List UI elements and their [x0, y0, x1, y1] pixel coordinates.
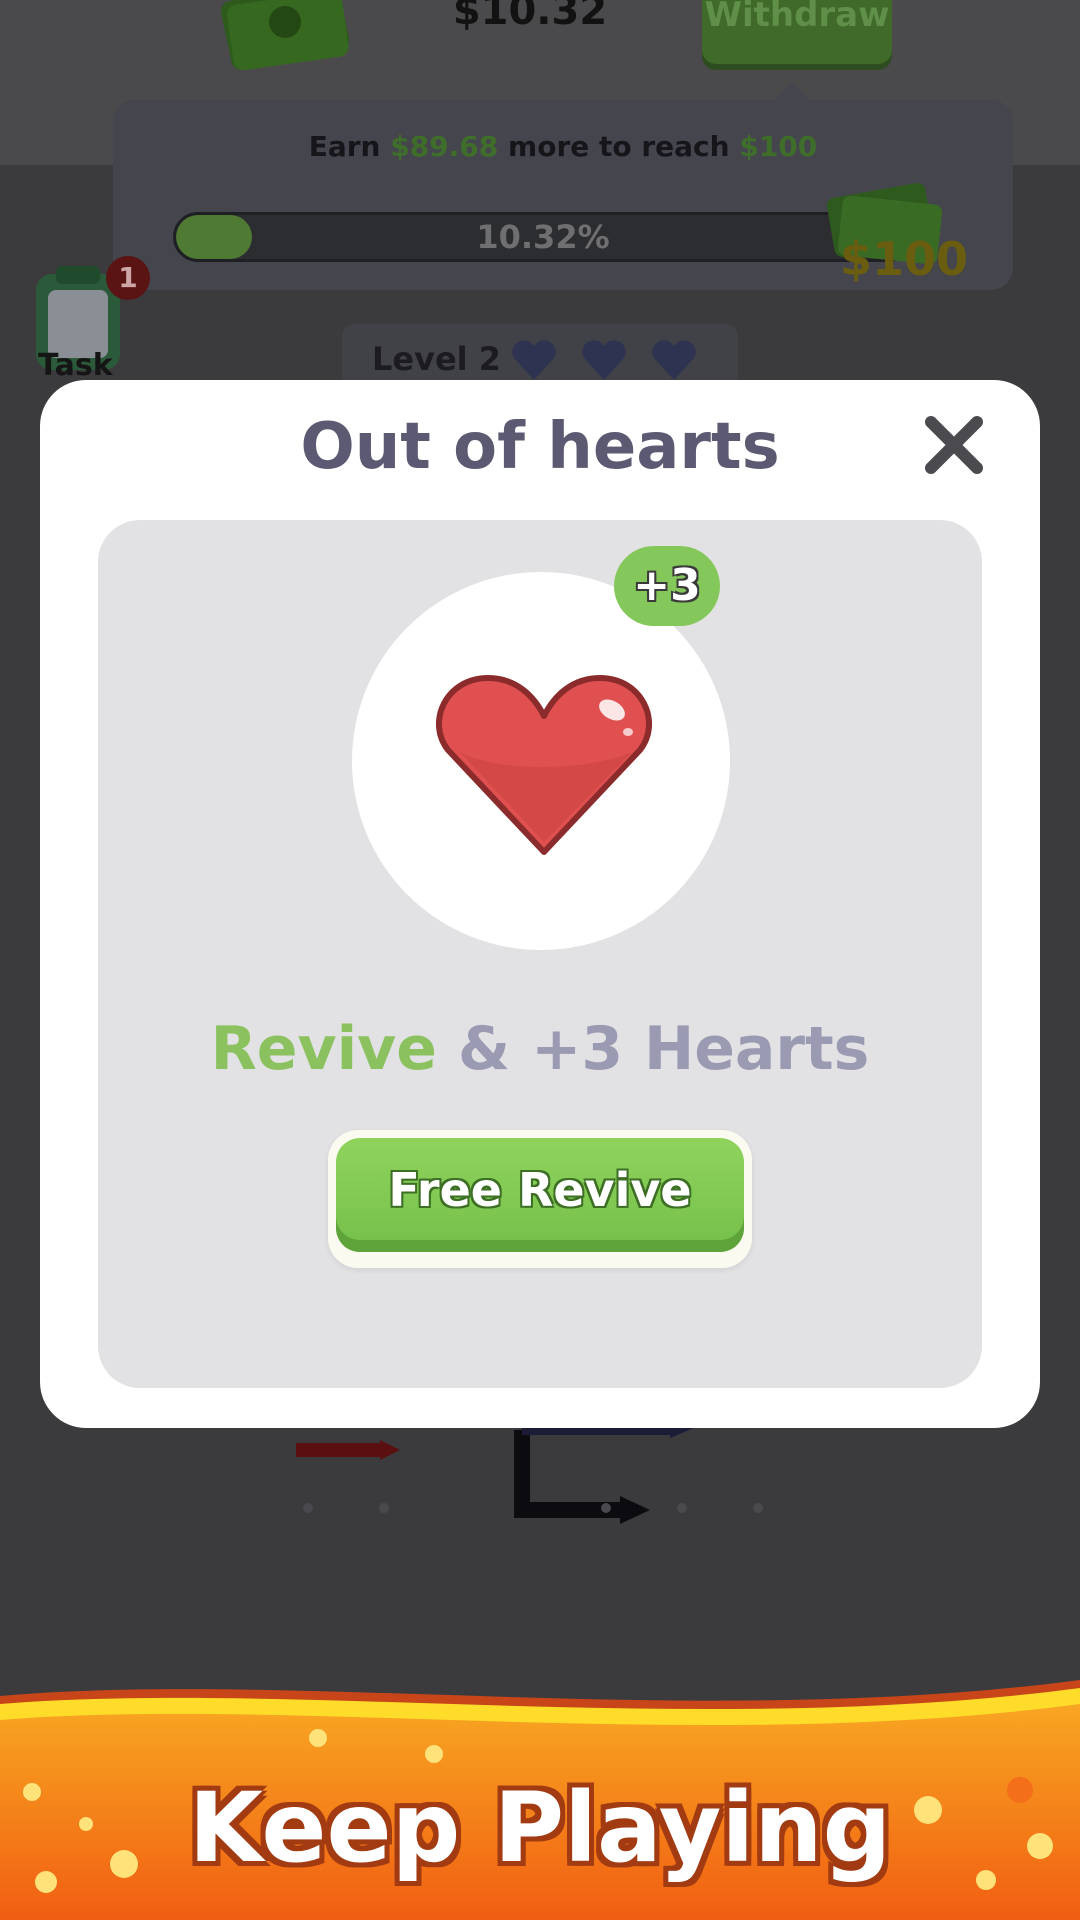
- earn-amount: $89.68: [390, 130, 499, 163]
- life-heart-icon: [512, 340, 556, 380]
- free-revive-button[interactable]: Free Revive: [328, 1130, 752, 1268]
- earn-middle: more to reach: [508, 130, 730, 163]
- heart-display: [352, 572, 730, 950]
- task-label[interactable]: Task: [38, 348, 113, 383]
- puzzle-arrows: [296, 1418, 694, 1524]
- grid-dots: [303, 1503, 763, 1513]
- balance-amount: $10.32: [452, 0, 608, 34]
- earn-prefix: Earn: [308, 130, 381, 163]
- reward-panel: +3 Revive & +3 Hearts Free Revive: [98, 520, 982, 1388]
- revive-word: Revive: [210, 1014, 437, 1084]
- tooltip-arrow: [772, 82, 812, 102]
- earn-message: Earn $89.68 more to reach $100: [113, 130, 1013, 163]
- goal-amount: $100: [840, 232, 969, 286]
- out-of-hearts-dialog: Out of hearts +3 Revive & +3 Hearts Free…: [40, 380, 1040, 1428]
- level-label: Level 2: [372, 340, 502, 378]
- task-badge: 1: [106, 256, 150, 300]
- hearts-bonus-badge: +3: [614, 546, 720, 626]
- free-revive-button-face[interactable]: Free Revive: [336, 1138, 744, 1252]
- keep-playing-label[interactable]: Keep Playing: [0, 1772, 1080, 1884]
- cash-stack-icon: [220, 0, 350, 71]
- close-icon[interactable]: [917, 408, 991, 482]
- dialog-title: Out of hearts: [300, 410, 780, 484]
- life-heart-icon: [582, 340, 626, 380]
- earn-target: $100: [739, 130, 818, 163]
- withdraw-button[interactable]: Withdraw: [702, 0, 892, 64]
- free-revive-label[interactable]: Free Revive: [336, 1138, 744, 1242]
- life-heart-icon: [652, 340, 696, 380]
- heart-icon: [436, 675, 652, 855]
- revive-description: Revive & +3 Hearts: [98, 1014, 982, 1084]
- revive-rest: & +3 Hearts: [457, 1014, 870, 1084]
